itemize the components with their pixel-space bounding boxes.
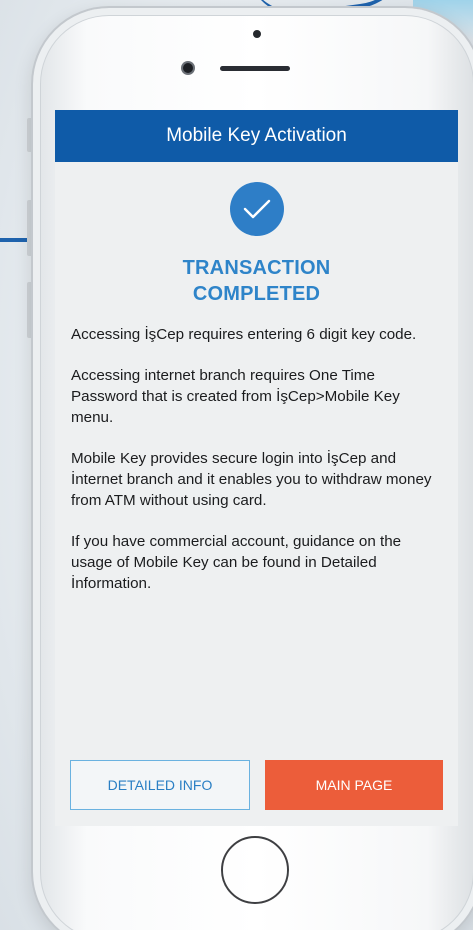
status-line-1: TRANSACTION bbox=[182, 257, 331, 279]
info-paragraph: Accessing İşCep requires entering 6 digi… bbox=[71, 326, 417, 343]
transaction-status: TRANSACTION COMPLETED bbox=[55, 255, 458, 307]
status-line-2: COMPLETED bbox=[192, 283, 321, 305]
app-screen: Mobile Key Activation TRANSACTION COMPLE… bbox=[55, 110, 458, 826]
proximity-sensor bbox=[253, 30, 261, 38]
main-page-button[interactable]: MAIN PAGE bbox=[265, 760, 443, 810]
home-button[interactable] bbox=[221, 836, 289, 904]
info-paragraph: If you have commercial account, guidance… bbox=[71, 533, 402, 592]
app-header: Mobile Key Activation bbox=[55, 110, 458, 162]
front-camera bbox=[183, 63, 193, 73]
checkmark-icon bbox=[243, 199, 271, 219]
info-paragraph: Mobile Key provides secure login into İş… bbox=[71, 450, 432, 509]
earpiece-speaker bbox=[220, 66, 290, 71]
detailed-info-button[interactable]: DETAILED INFO bbox=[70, 760, 250, 810]
page-title: Mobile Key Activation bbox=[166, 125, 347, 146]
checkmark-circle-icon bbox=[230, 182, 284, 236]
info-paragraph: Accessing internet branch requires One T… bbox=[71, 367, 400, 426]
info-text: Accessing İşCep requires entering 6 digi… bbox=[71, 324, 445, 614]
